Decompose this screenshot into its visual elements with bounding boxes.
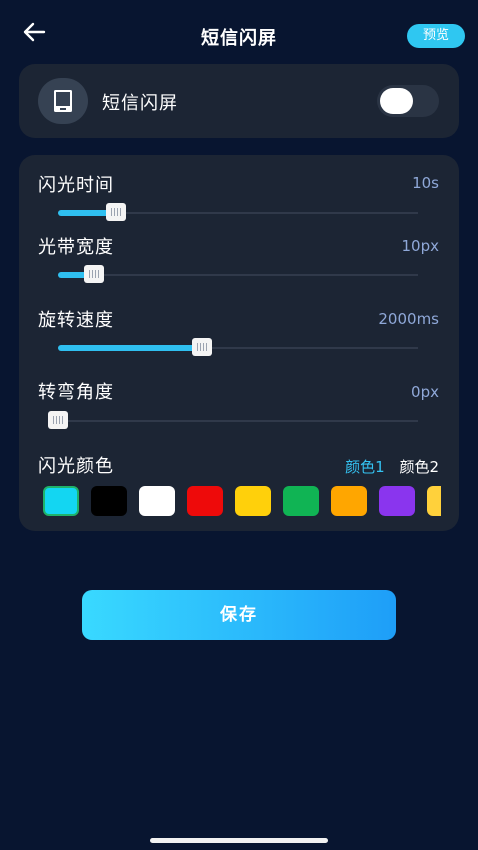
preview-button[interactable]: 预览 bbox=[407, 24, 465, 48]
color-swatch[interactable] bbox=[235, 486, 271, 516]
color-swatch[interactable] bbox=[187, 486, 223, 516]
slider-track bbox=[58, 420, 418, 422]
color-tab-2[interactable]: 颜色2 bbox=[399, 458, 439, 476]
corner-angle-value: 0px bbox=[411, 383, 439, 401]
flash-time-label: 闪光时间 bbox=[38, 175, 114, 196]
sms-flash-toggle-card: 短信闪屏 bbox=[19, 64, 459, 138]
rotation-speed-value: 2000ms bbox=[378, 310, 439, 328]
slider-thumb[interactable] bbox=[84, 265, 104, 283]
band-width-value: 10px bbox=[401, 237, 440, 255]
slider-thumb[interactable] bbox=[105, 203, 126, 221]
color-swatch[interactable] bbox=[331, 486, 367, 516]
color-swatch[interactable] bbox=[283, 486, 319, 516]
flash-time-slider[interactable] bbox=[58, 203, 418, 223]
home-indicator bbox=[150, 838, 328, 843]
color-swatch[interactable] bbox=[43, 486, 79, 516]
settings-card: 闪光时间 10s 光带宽度 10px 旋转速度 2000ms 转弯角度 0px … bbox=[19, 155, 459, 531]
corner-angle-label: 转弯角度 bbox=[38, 382, 114, 403]
color-swatch-list bbox=[43, 485, 441, 519]
save-button[interactable]: 保存 bbox=[82, 590, 396, 640]
color-tabs: 颜色1 颜色2 bbox=[335, 456, 439, 477]
slider-fill bbox=[58, 345, 202, 351]
slider-track bbox=[58, 274, 418, 276]
sms-flash-label: 短信闪屏 bbox=[102, 93, 178, 114]
rotation-speed-slider[interactable] bbox=[58, 338, 418, 358]
color-swatch[interactable] bbox=[379, 486, 415, 516]
color-tab-1[interactable]: 颜色1 bbox=[345, 458, 385, 476]
color-swatch[interactable] bbox=[91, 486, 127, 516]
header: 短信闪屏 预览 bbox=[0, 0, 478, 72]
color-swatch[interactable] bbox=[139, 486, 175, 516]
flash-time-value: 10s bbox=[412, 174, 439, 192]
band-width-slider[interactable] bbox=[58, 265, 418, 285]
corner-angle-slider[interactable] bbox=[48, 411, 418, 431]
phone-icon bbox=[54, 90, 72, 112]
sms-flash-switch[interactable] bbox=[377, 85, 439, 117]
color-swatch[interactable] bbox=[427, 486, 441, 516]
slider-thumb[interactable] bbox=[48, 411, 68, 429]
rotation-speed-label: 旋转速度 bbox=[38, 310, 114, 331]
band-width-label: 光带宽度 bbox=[38, 237, 114, 258]
phone-icon-badge bbox=[38, 78, 88, 124]
switch-knob bbox=[380, 88, 413, 114]
flash-color-label: 闪光颜色 bbox=[38, 456, 114, 477]
slider-thumb[interactable] bbox=[192, 338, 212, 356]
